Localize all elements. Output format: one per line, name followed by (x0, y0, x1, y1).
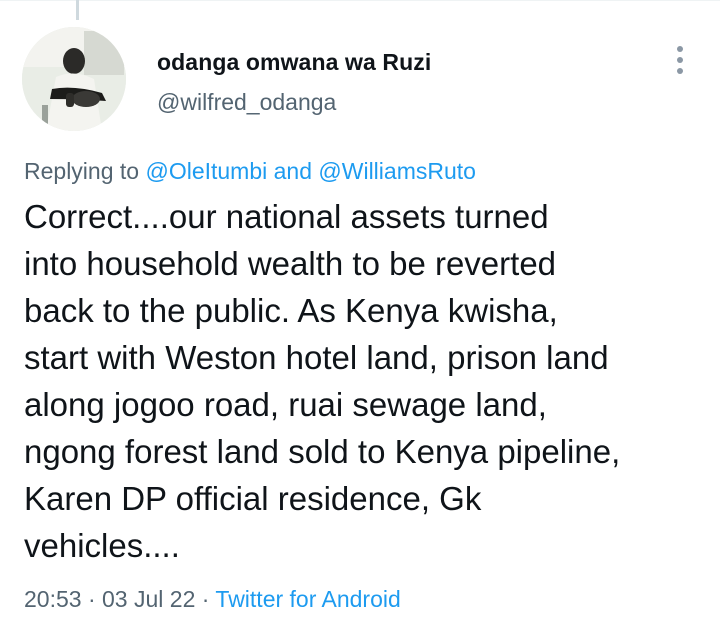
reply-mention-link[interactable]: @WilliamsRuto (318, 158, 476, 184)
tweet-text-line: back to the public. As Kenya kwisha, (24, 292, 558, 329)
tweet-detail: odanga omwana wa Ruzi @wilfred_odanga Re… (0, 0, 720, 630)
thread-connector-line (76, 0, 79, 20)
replying-to: Replying to @OleItumbi and @WilliamsRuto (24, 158, 476, 185)
tweet-metadata: 20:53 · 03 Jul 22 · Twitter for Android (24, 586, 401, 613)
tweet-text-line: ngong forest land sold to Kenya pipeline… (24, 433, 621, 470)
tweet-text: Correct....our national assets turned in… (24, 193, 714, 569)
replying-prefix: Replying to (24, 158, 140, 184)
divider (0, 0, 720, 1)
reply-joiner[interactable]: and (274, 158, 312, 184)
tweet-text-line: along jogoo road, ruai sewage land, (24, 386, 547, 423)
dot (677, 46, 683, 52)
tweet-text-line: vehicles.... (24, 527, 180, 564)
user-handle[interactable]: @wilfred_odanga (157, 89, 336, 116)
tweet-time[interactable]: 20:53 (24, 586, 82, 612)
meta-separator: · (87, 586, 96, 612)
dot (677, 68, 683, 74)
avatar[interactable] (22, 27, 126, 131)
reply-mention-link[interactable]: @OleItumbi (145, 158, 267, 184)
tweet-text-line: into household wealth to be reverted (24, 245, 557, 282)
tweet-source-link[interactable]: Twitter for Android (215, 586, 400, 612)
tweet-text-line: start with Weston hotel land, prison lan… (24, 339, 609, 376)
tweet-text-line: Karen DP official residence, Gk (24, 480, 482, 517)
more-options-icon[interactable] (664, 44, 696, 76)
meta-separator: · (201, 586, 210, 612)
avatar-photo (22, 27, 126, 131)
display-name[interactable]: odanga omwana wa Ruzi (157, 49, 431, 76)
dot (677, 57, 683, 63)
tweet-text-line: Correct....our national assets turned (24, 198, 549, 235)
tweet-date[interactable]: 03 Jul 22 (102, 586, 195, 612)
